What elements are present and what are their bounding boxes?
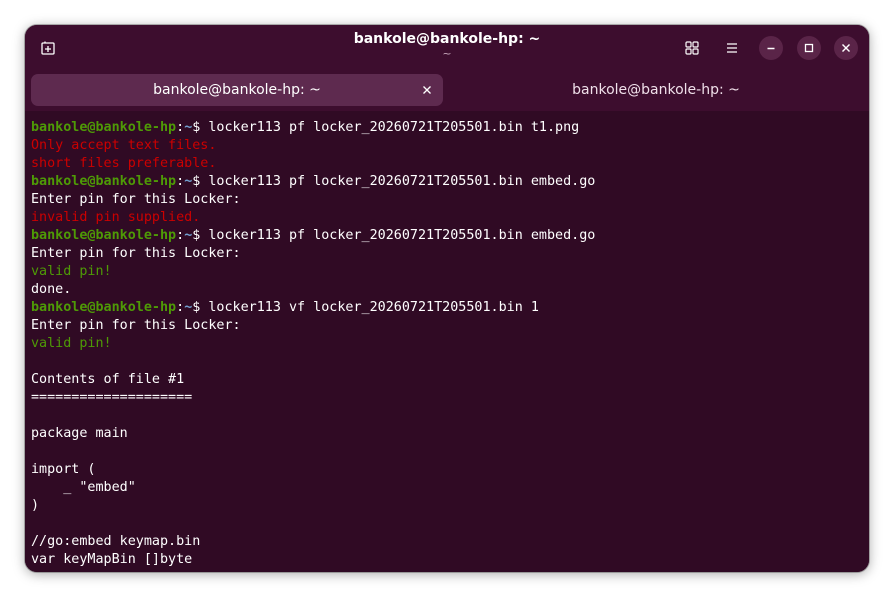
new-tab-button[interactable] [36,36,60,60]
command-text: locker113 pf locker_20260721T205501.bin … [208,228,596,243]
menu-button[interactable] [720,36,744,60]
output-line: Contents of file #1 [31,372,185,387]
output-line: Enter pin for this Locker: [31,246,241,261]
output-line: import ( [31,462,96,477]
maximize-button[interactable] [797,36,821,60]
output-line: //go:embed keymap.bin [31,534,201,549]
output-line: ==================== [31,390,193,405]
prompt-symbol: $ [192,228,209,243]
error-line: short files preferable. [31,156,217,171]
view-button[interactable] [680,36,704,60]
output-line: Enter pin for this Locker: [31,318,241,333]
prompt-symbol: $ [192,300,209,315]
error-line: Only accept text files. [31,138,217,153]
success-line: valid pin! [31,264,112,279]
command-text: locker113 pf locker_20260721T205501.bin … [208,120,580,135]
prompt-line: bankole@bankole-hp:~$ locker113 pf locke… [31,119,869,137]
prompt-separator: : [176,300,185,315]
tab-label: bankole@bankole-hp: ~ [572,82,740,98]
output-line: done. [31,282,72,297]
prompt-symbol: $ [192,120,209,135]
minimize-icon [767,47,775,50]
command-text: locker113 pf locker_20260721T205501.bin … [208,174,596,189]
tab-2[interactable]: bankole@bankole-hp: ~ [450,74,862,106]
output-line: ) [31,498,40,513]
prompt-user: bankole@bankole-hp [31,300,177,315]
prompt-user: bankole@bankole-hp [31,228,177,243]
close-icon [842,44,850,52]
success-line: valid pin! [31,336,112,351]
output-line: package main [31,426,128,441]
grid-view-icon [685,41,699,55]
tab-1[interactable]: bankole@bankole-hp: ~ [31,74,443,106]
prompt-separator: : [176,228,185,243]
close-button[interactable] [834,36,858,60]
terminal-output[interactable]: bankole@bankole-hp:~$ locker113 pf locke… [25,111,869,572]
prompt-user: bankole@bankole-hp [31,120,177,135]
tab-label: bankole@bankole-hp: ~ [153,82,321,98]
prompt-line: bankole@bankole-hp:~$ locker113 pf locke… [31,173,869,191]
window-subtitle: ~ [442,47,452,60]
hamburger-menu-icon [727,43,737,53]
prompt-separator: : [176,120,185,135]
output-line: Enter pin for this Locker: [31,192,241,207]
window-title: bankole@bankole-hp: ~ [353,31,541,47]
new-tab-icon [41,41,55,55]
header-bar: bankole@bankole-hp: ~ ~ [25,25,869,70]
prompt-symbol: $ [192,174,209,189]
tab-close-button[interactable] [419,82,435,98]
command-text: locker113 vf locker_20260721T205501.bin … [208,300,539,315]
window-title-block: bankole@bankole-hp: ~ ~ [295,30,599,60]
maximize-icon [804,43,814,53]
close-icon [423,86,431,94]
prompt-line: bankole@bankole-hp:~$ locker113 pf locke… [31,227,869,245]
output-line: var keyMapBin []byte [31,552,193,567]
tab-bar: bankole@bankole-hp: ~ bankole@bankole-hp… [25,70,869,111]
output-line: _ "embed" [31,480,136,495]
prompt-user: bankole@bankole-hp [31,174,177,189]
error-line: invalid pin supplied. [31,210,201,225]
minimize-button[interactable] [759,36,783,60]
terminal-window: bankole@bankole-hp: ~ ~ bankole@bankole-… [25,25,869,572]
prompt-line: bankole@bankole-hp:~$ locker113 vf locke… [31,299,869,317]
prompt-separator: : [176,174,185,189]
